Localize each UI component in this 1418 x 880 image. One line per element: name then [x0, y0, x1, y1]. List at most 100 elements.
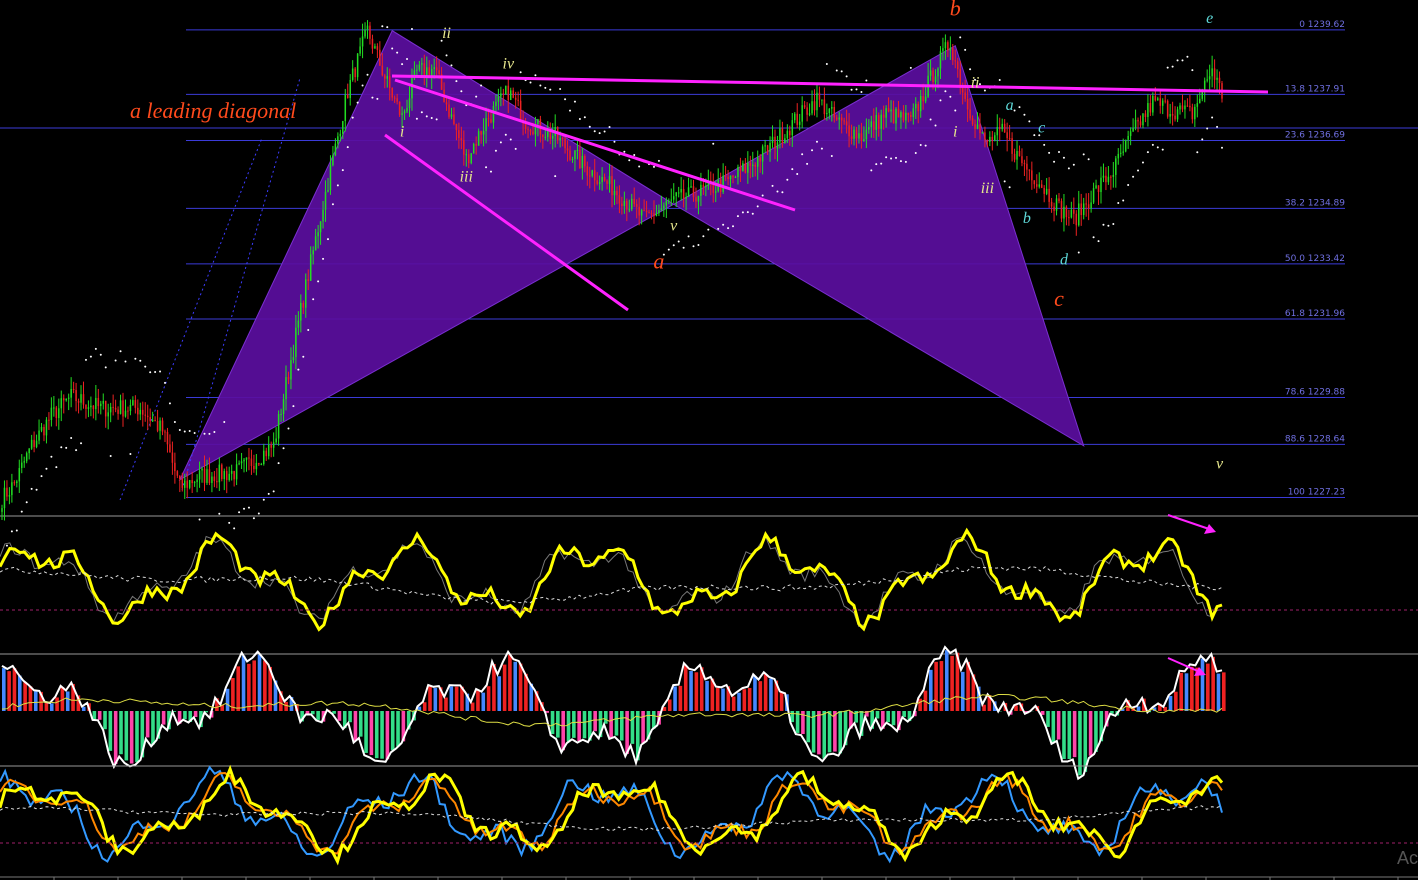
candle-body	[648, 212, 650, 214]
candle-body	[764, 145, 766, 147]
histogram-bar	[566, 711, 571, 742]
psar-dot	[959, 36, 962, 39]
candle-body	[692, 186, 695, 198]
candle-body	[650, 213, 653, 215]
candle-body	[1134, 119, 1137, 128]
candle-body	[1105, 175, 1107, 183]
histogram-bar	[428, 686, 432, 711]
psar-dot	[139, 359, 142, 362]
candle-body	[302, 302, 305, 308]
psar-dot	[682, 246, 685, 249]
psar-dot	[613, 140, 616, 143]
candle-body	[235, 464, 238, 480]
candle-body	[1196, 103, 1199, 107]
candle-body	[623, 200, 626, 207]
candle-body	[892, 109, 895, 124]
candle-body	[917, 103, 919, 112]
psar-dot	[188, 429, 191, 432]
candle-body	[835, 117, 838, 120]
histogram-bar	[614, 711, 619, 736]
psar-dot	[786, 178, 789, 181]
candle-body	[663, 205, 665, 209]
psar-dot	[262, 498, 265, 501]
candle-body	[1092, 188, 1095, 203]
candle-body	[159, 420, 161, 431]
histogram-bar	[928, 669, 933, 711]
psar-dot	[573, 100, 576, 103]
candle-body	[300, 302, 302, 321]
candle-body	[203, 468, 206, 483]
candle-body	[196, 479, 198, 483]
candle-body	[700, 184, 702, 196]
candle-body	[1031, 170, 1033, 181]
candle-body	[816, 92, 818, 111]
psar-dot	[736, 215, 739, 218]
candle-body	[574, 150, 576, 160]
candle-body	[500, 93, 502, 97]
candle-body	[240, 461, 243, 464]
psar-dot	[233, 527, 236, 530]
candle-body	[695, 197, 697, 202]
candle-body	[1152, 95, 1154, 113]
histogram-bar	[7, 671, 11, 711]
candle-body	[92, 405, 95, 410]
candle-body	[702, 184, 705, 188]
psar-dot	[1211, 116, 1214, 119]
psar-dot	[924, 144, 927, 147]
histogram-bar	[433, 688, 438, 711]
psar-dot	[1067, 167, 1070, 170]
psar-dot	[415, 117, 418, 120]
candle-body	[351, 68, 354, 80]
candle-body	[33, 439, 35, 447]
wave-label: i	[400, 123, 404, 140]
psar-dot	[914, 151, 917, 154]
candle-body	[188, 480, 191, 488]
candle-body	[870, 121, 873, 128]
candle-body	[1011, 138, 1013, 154]
candle-body	[512, 90, 514, 98]
histogram-bar	[731, 696, 736, 711]
candle-body	[492, 106, 495, 123]
histogram-bar	[1206, 663, 1210, 711]
candle-body	[270, 444, 272, 448]
candle-body	[1021, 156, 1023, 164]
candle-body	[122, 400, 124, 417]
psar-dot	[183, 430, 186, 433]
psar-dot	[1018, 106, 1021, 109]
candle-body	[438, 70, 440, 74]
candle-body	[606, 180, 608, 184]
candle-body	[665, 201, 668, 206]
wave-label: iii	[981, 180, 994, 197]
candle-body	[934, 76, 937, 83]
candle-body	[584, 155, 586, 167]
candle-body	[225, 471, 228, 480]
candle-body	[806, 107, 808, 115]
candle-body	[364, 29, 366, 37]
candle-body	[218, 464, 221, 483]
histogram-bar	[145, 711, 150, 738]
psar-dot	[124, 360, 127, 363]
histogram-bar	[444, 697, 448, 711]
candle-body	[287, 377, 290, 380]
candle-body	[1122, 151, 1124, 153]
candle-body	[1171, 114, 1174, 116]
candle-body	[653, 213, 655, 216]
candle-body	[20, 462, 23, 469]
candle-body	[272, 442, 275, 448]
psar-dot	[159, 370, 162, 373]
candle-body	[789, 130, 791, 136]
psar-dot	[351, 116, 354, 119]
psar-dot	[741, 211, 744, 214]
histogram-bar	[129, 711, 134, 764]
psar-dot	[964, 48, 967, 51]
candle-body	[635, 204, 638, 207]
candle-body	[137, 407, 139, 415]
candle-body	[959, 69, 961, 87]
candle-body	[979, 124, 981, 134]
candle-body	[734, 177, 737, 179]
wave-label: iv	[503, 55, 515, 72]
candle-body	[62, 398, 65, 401]
histogram-bar	[715, 687, 720, 711]
candle-body	[45, 419, 48, 436]
histogram-bar	[1222, 672, 1226, 711]
